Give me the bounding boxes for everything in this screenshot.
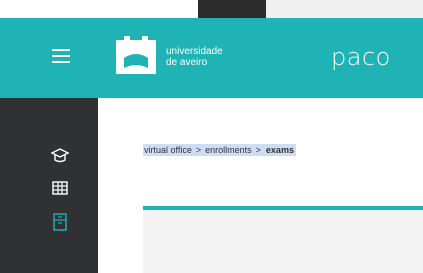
logo-text: universidade de aveiro: [166, 46, 223, 68]
breadcrumb-separator: >: [252, 144, 264, 156]
breadcrumb-virtual-office[interactable]: virtual office: [143, 144, 193, 156]
grid-icon[interactable]: [50, 178, 70, 198]
sidebar: [0, 98, 98, 273]
logo-text-line2: de aveiro: [166, 57, 208, 68]
cabinet-icon[interactable]: [50, 211, 70, 231]
breadcrumb: virtual office > enrollments > exams: [143, 143, 296, 157]
menu-icon[interactable]: [52, 49, 70, 63]
breadcrumb-separator: >: [192, 144, 205, 156]
app-header: universidade de aveiro paco: [0, 18, 423, 98]
breadcrumb-enrollments[interactable]: enrollments: [204, 144, 253, 156]
breadcrumb-current: exams: [263, 144, 296, 156]
graduation-cap-icon[interactable]: [50, 145, 70, 165]
top-light-block: [266, 0, 423, 18]
top-strip: [0, 0, 423, 18]
top-dark-block: [198, 0, 266, 18]
logo-text-line1: universidade: [166, 46, 223, 57]
app-name[interactable]: paco: [331, 43, 391, 71]
university-logo: [116, 36, 156, 74]
content-panel: [143, 210, 423, 273]
